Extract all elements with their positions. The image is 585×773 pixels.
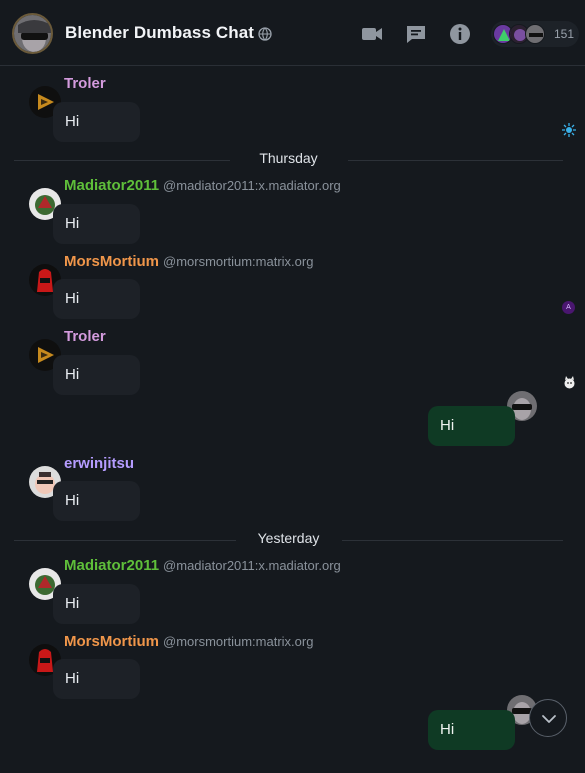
message-bubble[interactable]: Hi xyxy=(53,584,140,624)
sender-name[interactable]: Troler xyxy=(64,328,106,345)
room-header: Blender Dumbass Chat 151 xyxy=(0,0,585,66)
video-camera-icon[interactable] xyxy=(360,22,384,46)
sender-mxid: @morsmortium:matrix.org xyxy=(163,254,314,269)
sender-name[interactable]: MorsMortium @morsmortium:matrix.org xyxy=(64,253,313,270)
message-bubble[interactable]: Hi xyxy=(53,279,140,319)
own-message-bubble[interactable]: Hi xyxy=(428,710,515,750)
sender-name[interactable]: Madiator2011 @madiator2011:x.madiator.org xyxy=(64,557,341,574)
read-receipt-letter: A xyxy=(566,304,571,311)
message-body: Hi xyxy=(440,721,455,738)
read-receipt-avatar: A xyxy=(562,301,575,314)
globe-icon xyxy=(258,27,272,41)
member-count: 151 xyxy=(554,27,575,41)
room-avatar[interactable] xyxy=(12,13,53,54)
sender-mxid: @madiator2011:x.madiator.org xyxy=(163,558,341,573)
message-bubble[interactable]: Hi xyxy=(53,102,140,142)
chat-app: Blender Dumbass Chat 151 Troler Hi Thurs… xyxy=(0,0,585,773)
date-divider: Thursday xyxy=(14,150,563,170)
sender-display-name: MorsMortium xyxy=(64,633,159,650)
sender-name[interactable]: erwinjitsu xyxy=(64,455,134,472)
sender-name[interactable]: Madiator2011 @madiator2011:x.madiator.org xyxy=(64,177,341,194)
message-body: Hi xyxy=(440,417,455,434)
message-body: Hi xyxy=(65,215,80,232)
sender-mxid: @madiator2011:x.madiator.org xyxy=(163,178,341,193)
date-divider-label: Thursday xyxy=(259,150,318,166)
member-avatar xyxy=(525,24,545,44)
message-bubble[interactable]: Hi xyxy=(53,659,140,699)
message-body: Hi xyxy=(65,366,80,383)
chevron-down-icon xyxy=(542,715,556,723)
date-divider-label: Yesterday xyxy=(257,530,320,546)
date-divider: Yesterday xyxy=(14,530,563,550)
threads-icon[interactable] xyxy=(404,22,428,46)
sender-name[interactable]: Troler xyxy=(64,75,106,92)
sender-mxid: @morsmortium:matrix.org xyxy=(163,634,314,649)
sender-display-name: Madiator2011 xyxy=(64,177,160,194)
sender-display-name: Madiator2011 xyxy=(64,557,160,574)
message-body: Hi xyxy=(65,290,80,307)
sender-display-name: MorsMortium xyxy=(64,253,159,270)
member-list-button[interactable]: 151 xyxy=(491,21,579,47)
timeline: Troler Hi Thursday Madiator2011 @madiator… xyxy=(0,66,585,773)
sun-icon xyxy=(562,123,576,137)
message-bubble[interactable]: Hi xyxy=(53,481,140,521)
scroll-to-bottom-button[interactable] xyxy=(529,699,567,737)
message-body: Hi xyxy=(65,595,80,612)
own-message-bubble[interactable]: Hi xyxy=(428,406,515,446)
sender-display-name: Troler xyxy=(64,328,106,345)
message-bubble[interactable]: Hi xyxy=(53,204,140,244)
message-bubble[interactable]: Hi xyxy=(53,355,140,395)
sender-name[interactable]: MorsMortium @morsmortium:matrix.org xyxy=(64,633,313,650)
sender-display-name: erwinjitsu xyxy=(64,455,135,472)
message-body: Hi xyxy=(65,670,80,687)
cat-icon xyxy=(564,376,575,389)
sender-display-name: Troler xyxy=(64,75,106,92)
message-body: Hi xyxy=(65,492,80,509)
info-icon[interactable] xyxy=(448,22,472,46)
message-body: Hi xyxy=(65,113,80,130)
room-name[interactable]: Blender Dumbass Chat xyxy=(65,23,254,43)
